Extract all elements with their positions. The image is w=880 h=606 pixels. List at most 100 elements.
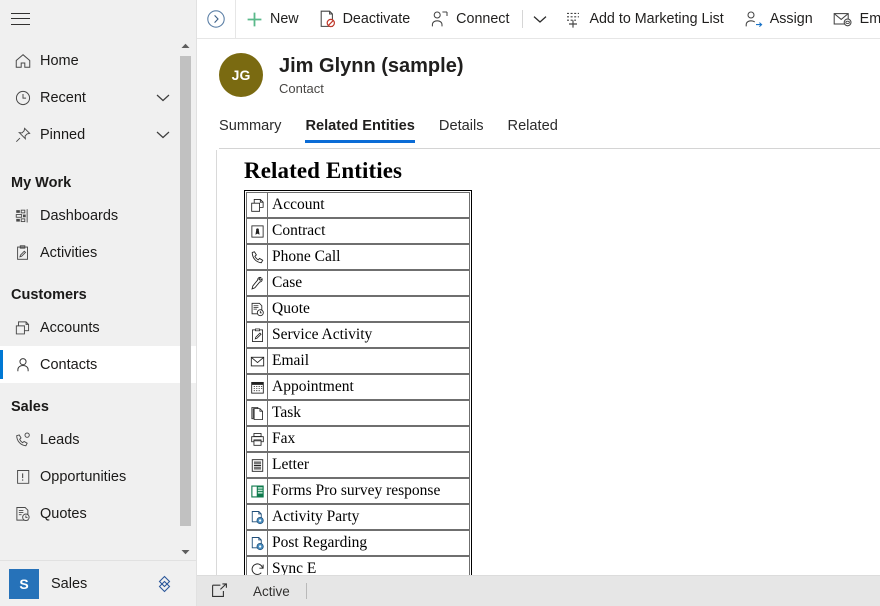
email-link-icon [833, 11, 853, 27]
assign-button[interactable]: Assign [734, 0, 823, 38]
table-row-label: Task [268, 400, 470, 426]
plus-icon [246, 11, 263, 28]
table-row[interactable]: Email [246, 348, 470, 374]
sidebar-group-sales: Sales [11, 399, 49, 415]
sidebar-item-home[interactable]: Home [0, 42, 196, 79]
sidebar-group-my-work: My Work [11, 175, 72, 191]
email-a-link-label: Em [859, 11, 880, 27]
table-row[interactable]: Forms Pro survey response [246, 478, 470, 504]
deactivate-button[interactable]: Deactivate [309, 0, 421, 38]
forms-pro-icon [246, 478, 268, 504]
service-clipboard-icon [246, 322, 268, 348]
hamburger-menu-button[interactable] [0, 0, 196, 38]
tab-related[interactable]: Related [496, 118, 570, 143]
add-to-marketing-list-button[interactable]: Add to Marketing List [554, 0, 733, 38]
scrollbar-thumb[interactable] [180, 56, 191, 526]
envelope-icon [246, 348, 268, 374]
sitemap-sidebar: Home Recent Pinned My Work Dashboards Ac… [0, 0, 197, 606]
wrench-icon [246, 270, 268, 296]
sidebar-item-label: Home [40, 52, 79, 69]
table-row[interactable]: Phone Call [246, 244, 470, 270]
related-entities-table: Account Contract Phone Call Case Quote S… [244, 190, 472, 584]
phone-handset-icon [246, 244, 268, 270]
table-row[interactable]: Task [246, 400, 470, 426]
sidebar-item-activities[interactable]: Activities [0, 234, 196, 271]
account-doc-icon [246, 192, 268, 218]
sidebar-item-quotes[interactable]: Quotes [0, 495, 196, 532]
gear-doc-icon [246, 530, 268, 556]
app-switcher-icon[interactable] [157, 574, 172, 594]
table-row[interactable]: Post Regarding [246, 530, 470, 556]
record-header-row: JG Jim Glynn (sample) Contact [219, 53, 880, 97]
connect-icon [430, 10, 449, 28]
table-row-label: Activity Party [268, 504, 470, 530]
deactivate-icon [319, 10, 336, 28]
table-row[interactable]: Contract [246, 218, 470, 244]
scroll-down-arrow-icon[interactable] [180, 546, 191, 558]
table-row-label: Forms Pro survey response [268, 478, 470, 504]
sidebar-item-pinned[interactable]: Pinned [0, 116, 196, 153]
sidebar-item-recent[interactable]: Recent [0, 79, 196, 116]
sidebar-item-label: Accounts [40, 319, 100, 336]
chevron-down-icon[interactable] [156, 93, 170, 102]
sidebar-scrollbar[interactable] [180, 38, 191, 560]
table-row[interactable]: Quote [246, 296, 470, 322]
tab-details[interactable]: Details [427, 118, 496, 143]
scroll-up-arrow-icon[interactable] [180, 40, 191, 52]
connect-button[interactable]: Connect [420, 0, 519, 38]
table-row[interactable]: Account [246, 192, 470, 218]
table-row[interactable]: Fax [246, 426, 470, 452]
sidebar-item-contacts[interactable]: Contacts [0, 346, 196, 383]
app-name-label: Sales [51, 575, 88, 592]
tab-related-entities[interactable]: Related Entities [293, 118, 426, 143]
calendar-icon [246, 374, 268, 400]
clock-icon [14, 89, 40, 107]
sidebar-group-customers: Customers [11, 287, 87, 303]
lead-icon [14, 431, 40, 449]
related-entities-document: Related Entities Account Contract Phone … [217, 150, 880, 584]
new-button-label: New [270, 11, 299, 27]
sidebar-item-accounts[interactable]: Accounts [0, 309, 196, 346]
deactivate-button-label: Deactivate [342, 11, 411, 27]
add-to-list-icon [564, 10, 582, 28]
overflow-menu-button[interactable] [526, 15, 554, 24]
form-tabs: Summary Related Entities Details Related [219, 111, 880, 143]
quote-icon [14, 505, 40, 523]
letter-lines-icon [246, 452, 268, 478]
new-button[interactable]: New [236, 0, 309, 38]
table-row-label: Phone Call [268, 244, 470, 270]
command-divider [522, 10, 524, 28]
quote-clock-icon [246, 296, 268, 322]
sidebar-item-label: Quotes [40, 505, 87, 522]
table-row[interactable]: Activity Party [246, 504, 470, 530]
chevron-down-icon[interactable] [156, 130, 170, 139]
opportunity-icon [14, 468, 40, 486]
dashboard-icon [14, 207, 40, 225]
table-row[interactable]: Appointment [246, 374, 470, 400]
table-row[interactable]: Letter [246, 452, 470, 478]
tab-summary[interactable]: Summary [219, 118, 293, 143]
record-header: JG Jim Glynn (sample) Contact Summary Re… [197, 39, 880, 149]
sidebar-item-leads[interactable]: Leads [0, 421, 196, 458]
open-record-set-icon[interactable] [205, 583, 233, 599]
table-row[interactable]: Case [246, 270, 470, 296]
page-title: Jim Glynn (sample) [279, 54, 464, 77]
table-row-label: Email [268, 348, 470, 374]
connect-button-label: Connect [456, 11, 510, 27]
app-switcher-footer[interactable]: S Sales [0, 560, 196, 606]
table-row-label: Appointment [268, 374, 470, 400]
record-header-text: Jim Glynn (sample) Contact [279, 55, 464, 96]
table-row[interactable]: Service Activity [246, 322, 470, 348]
add-to-marketing-list-label: Add to Marketing List [589, 11, 724, 27]
app-root: Home Recent Pinned My Work Dashboards Ac… [0, 0, 880, 606]
form-content-area: Related Entities Account Contract Phone … [197, 149, 880, 606]
sidebar-item-dashboards[interactable]: Dashboards [0, 197, 196, 234]
table-row-label: Quote [268, 296, 470, 322]
email-a-link-button[interactable]: Em [823, 0, 880, 38]
assign-person-icon [744, 10, 763, 28]
status-bar: Active [197, 575, 880, 606]
back-button[interactable] [197, 9, 235, 29]
sidebar-item-opportunities[interactable]: Opportunities [0, 458, 196, 495]
sidebar-item-label: Recent [40, 89, 86, 106]
sidebar-item-label: Leads [40, 431, 80, 448]
